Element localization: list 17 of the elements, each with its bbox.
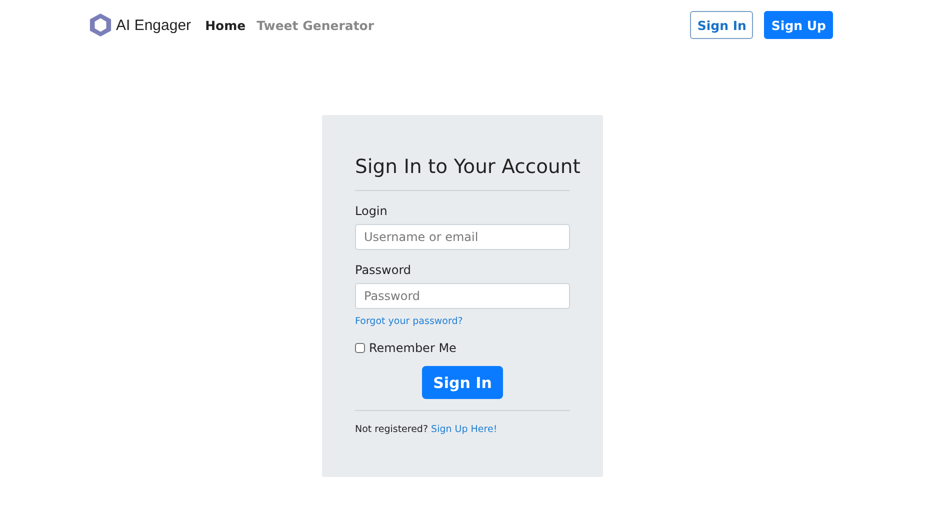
nav-link[interactable]: Home <box>205 18 246 32</box>
remember-checkbox[interactable] <box>355 343 365 353</box>
hexagon-logo-icon <box>89 12 112 38</box>
submit-button[interactable]: Sign In <box>422 366 503 399</box>
field-label: Password <box>355 263 412 277</box>
remember-label: Remember Me <box>369 341 456 355</box>
sign-in-button[interactable]: Sign In <box>690 11 754 39</box>
nav-link[interactable]: Tweet Generator <box>256 18 374 32</box>
login-field[interactable]: Username or email <box>355 224 570 250</box>
footer-text: Not registered? <box>355 424 428 435</box>
field-label: Login <box>355 204 388 218</box>
form-title: Sign In to Your Account <box>355 155 580 178</box>
sign-up-button[interactable]: Sign Up <box>764 11 833 39</box>
forgot-password-link[interactable]: Forgot your password? <box>355 316 463 327</box>
password-field[interactable]: Password <box>355 283 570 309</box>
sign-up-link[interactable]: Sign Up Here! <box>431 424 498 435</box>
brand-name: AI Engager <box>116 16 192 34</box>
